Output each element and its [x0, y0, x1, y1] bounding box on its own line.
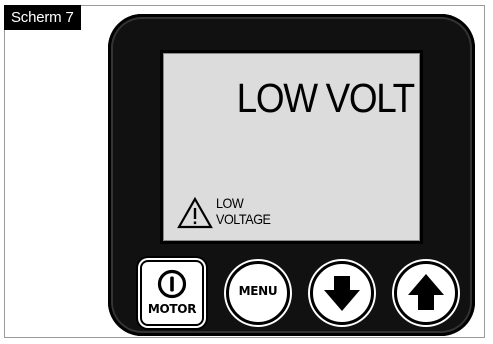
motor-button-label: MOTOR	[147, 302, 197, 316]
up-button[interactable]	[394, 261, 458, 325]
down-button[interactable]	[310, 261, 374, 325]
warning-text: LOW VOLTAGE	[216, 195, 271, 227]
motor-button[interactable]: MOTOR	[140, 260, 204, 326]
screen-label: Scherm 7	[4, 5, 81, 30]
menu-button[interactable]: MENU	[226, 261, 290, 325]
display-main-text: LOW VOLT	[236, 75, 415, 121]
arrow-up-icon	[408, 274, 444, 310]
arrow-down-icon	[324, 276, 360, 311]
warning-text-line2: VOLTAGE	[216, 211, 271, 227]
power-icon	[157, 269, 187, 299]
warning-triangle-icon	[177, 197, 213, 229]
warning-text-line1: LOW	[216, 195, 244, 211]
control-panel: LOW VOLT LOW VOLTAGE MOTOR MENU	[108, 14, 475, 336]
lcd-display: LOW VOLT LOW VOLTAGE	[160, 50, 423, 244]
menu-button-label: MENU	[238, 284, 278, 298]
